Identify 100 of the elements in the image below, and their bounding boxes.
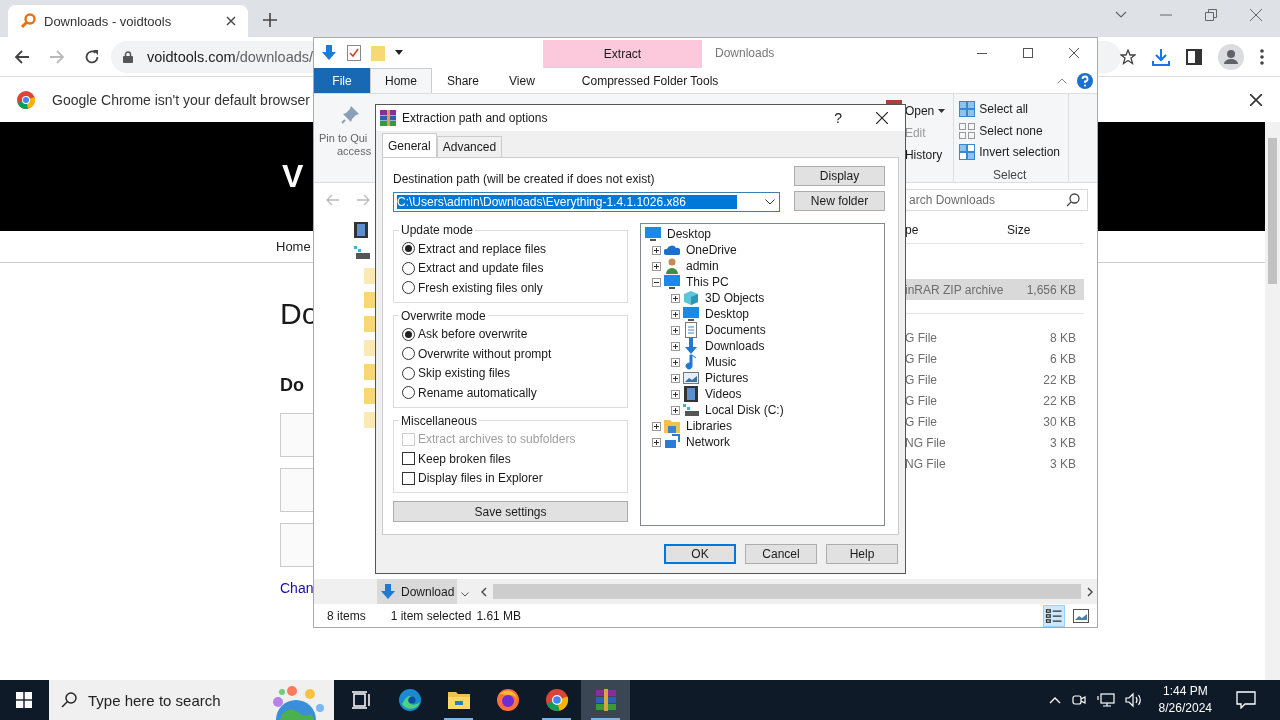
chevron-down-icon[interactable] bbox=[1115, 11, 1127, 19]
tree-item[interactable]: Videos bbox=[705, 387, 742, 401]
ribbon-tab[interactable]: View bbox=[494, 68, 550, 93]
expander-icon[interactable] bbox=[652, 245, 661, 255]
close-icon[interactable] bbox=[226, 16, 236, 26]
expander-icon[interactable] bbox=[652, 421, 661, 431]
dropdown-icon[interactable] bbox=[395, 50, 403, 56]
option-label[interactable]: Display files in Explorer bbox=[418, 471, 543, 486]
ribbon-command[interactable]: History bbox=[904, 144, 946, 166]
browser-tab[interactable]: Downloads - voidtools bbox=[8, 5, 248, 37]
properties-icon[interactable] bbox=[347, 45, 361, 61]
help-icon[interactable] bbox=[1077, 72, 1093, 89]
dialog-button[interactable]: Help bbox=[826, 544, 898, 564]
details-view-icon[interactable] bbox=[1043, 604, 1065, 627]
volume-icon[interactable] bbox=[1124, 692, 1143, 708]
scroll-right-icon[interactable] bbox=[1087, 586, 1093, 597]
camera-icon[interactable] bbox=[1070, 692, 1087, 708]
browser-icon[interactable] bbox=[544, 688, 569, 712]
taskbar-search-field[interactable]: Type here to search bbox=[49, 680, 334, 720]
expander-icon[interactable] bbox=[671, 405, 680, 415]
radio-button[interactable] bbox=[402, 347, 415, 361]
thumbnail-view-icon[interactable] bbox=[1073, 608, 1089, 623]
option-label[interactable]: Extract and update files bbox=[418, 261, 544, 276]
browser-icon[interactable] bbox=[397, 688, 422, 712]
ribbon-command[interactable]: Select all bbox=[959, 98, 1060, 120]
network-icon[interactable] bbox=[1096, 692, 1115, 708]
option-label[interactable]: Overwrite without prompt bbox=[418, 346, 552, 361]
radio-button[interactable] bbox=[402, 281, 415, 295]
browser-icon[interactable] bbox=[495, 688, 520, 712]
chevron-down-icon[interactable] bbox=[461, 592, 469, 597]
expander-icon[interactable] bbox=[671, 389, 680, 399]
help-button[interactable]: ? bbox=[834, 110, 842, 126]
close-icon[interactable] bbox=[1069, 48, 1079, 58]
download-icon[interactable] bbox=[1152, 47, 1170, 66]
radio-button[interactable] bbox=[402, 327, 415, 341]
nav-link[interactable]: Home bbox=[276, 239, 311, 254]
ribbon-command[interactable]: Select none bbox=[959, 119, 1060, 142]
tree-item[interactable]: Pictures bbox=[705, 371, 749, 385]
checkbox[interactable] bbox=[402, 471, 415, 485]
tree-item[interactable]: admin bbox=[686, 259, 719, 273]
maximize-icon[interactable] bbox=[1023, 48, 1033, 58]
expander-icon[interactable] bbox=[671, 373, 680, 383]
chevron-up-icon[interactable] bbox=[1048, 696, 1061, 704]
expander-icon[interactable] bbox=[652, 277, 661, 287]
reload-icon[interactable] bbox=[84, 48, 100, 65]
path-combobox[interactable]: C:\Users\admin\Downloads\Everything-1.4.1.1026.x86 bbox=[393, 192, 780, 212]
notification-icon[interactable] bbox=[1236, 691, 1256, 709]
dialog-button[interactable]: Display bbox=[794, 166, 885, 186]
radio-button[interactable] bbox=[402, 242, 415, 256]
task-view-icon[interactable] bbox=[350, 691, 371, 709]
option-label[interactable]: Ask before overwrite bbox=[418, 327, 528, 342]
option-label[interactable]: Rename automatically bbox=[418, 385, 537, 400]
profile-icon[interactable] bbox=[1218, 43, 1244, 70]
column-header[interactable]: Size bbox=[1001, 223, 1084, 237]
option-label[interactable]: Fresh existing files only bbox=[418, 280, 543, 295]
radio-button[interactable] bbox=[402, 386, 415, 400]
pin-button[interactable]: Pin to Qui access bbox=[314, 94, 375, 182]
tree-item[interactable]: Desktop bbox=[667, 227, 712, 241]
clock-date[interactable]: 8/26/2024 bbox=[1158, 700, 1212, 717]
ribbon-tab[interactable]: Compressed Folder Tools bbox=[566, 68, 734, 93]
scrollbar[interactable] bbox=[1265, 122, 1280, 680]
expander-icon[interactable] bbox=[671, 341, 680, 351]
tree-item[interactable]: Downloads bbox=[705, 339, 765, 353]
changes-link[interactable]: Chan bbox=[280, 580, 314, 596]
archive-icon[interactable] bbox=[593, 688, 618, 712]
expander-icon[interactable] bbox=[671, 293, 680, 303]
tree-item[interactable]: Documents bbox=[705, 323, 766, 337]
nav-pane-item[interactable]: Download bbox=[377, 579, 457, 604]
tree-item[interactable]: OneDrive bbox=[686, 243, 737, 257]
dialog-tab[interactable]: Advanced bbox=[436, 136, 503, 157]
radio-button[interactable] bbox=[402, 366, 415, 380]
menu-icon[interactable] bbox=[1260, 48, 1264, 65]
expander-icon[interactable] bbox=[671, 325, 680, 335]
back-icon[interactable] bbox=[14, 48, 30, 65]
collapse-ribbon-icon[interactable] bbox=[1057, 77, 1067, 84]
close-icon[interactable] bbox=[1250, 93, 1262, 106]
expander-icon[interactable] bbox=[671, 357, 680, 367]
windows-start-icon[interactable] bbox=[16, 692, 32, 708]
scroll-left-icon[interactable] bbox=[481, 586, 487, 597]
ribbon-command[interactable]: Open bbox=[904, 100, 946, 122]
expander-icon[interactable] bbox=[652, 437, 661, 447]
ribbon-command[interactable]: Invert selection bbox=[959, 141, 1060, 163]
tree-item[interactable]: 3D Objects bbox=[705, 291, 765, 305]
close-icon[interactable] bbox=[876, 112, 888, 124]
download-icon[interactable] bbox=[321, 45, 337, 61]
ribbon-tab[interactable]: File bbox=[314, 68, 370, 93]
tree-item[interactable]: Local Disk (C:) bbox=[705, 403, 784, 417]
save-settings-button[interactable]: Save settings bbox=[393, 501, 628, 522]
star-icon[interactable] bbox=[1120, 48, 1136, 65]
ribbon-tab[interactable]: Home bbox=[370, 68, 432, 93]
expander-icon[interactable] bbox=[652, 261, 661, 271]
expander-icon[interactable] bbox=[671, 309, 680, 319]
option-label[interactable]: Skip existing files bbox=[418, 366, 511, 381]
option-label[interactable]: Keep broken files bbox=[418, 451, 511, 466]
tree-item[interactable]: Network bbox=[686, 435, 731, 449]
clock-time[interactable]: 1:44 PM bbox=[1162, 683, 1208, 700]
checkbox[interactable] bbox=[402, 452, 415, 466]
radio-button[interactable] bbox=[402, 261, 415, 275]
restore-icon[interactable] bbox=[1205, 9, 1217, 21]
option-label[interactable]: Extract and replace files bbox=[418, 241, 547, 256]
